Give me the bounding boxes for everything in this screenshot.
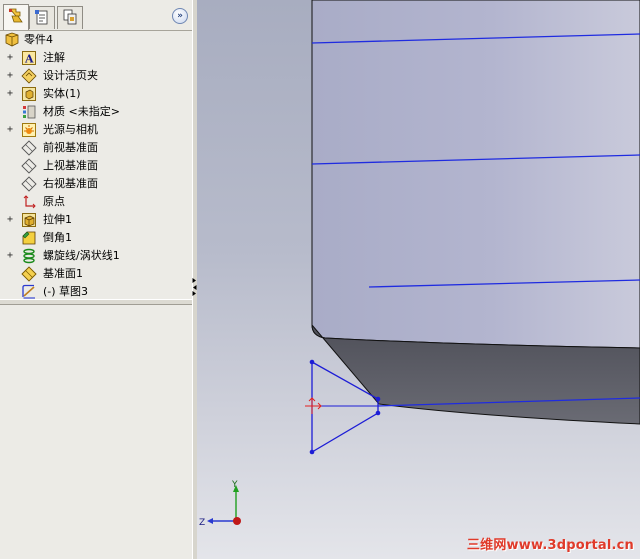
tree-item-top-plane[interactable]: 上视基准面 bbox=[0, 157, 190, 175]
expand-icon[interactable]: + bbox=[7, 53, 14, 63]
tree-item-solid-bodies[interactable]: + 实体(1) bbox=[0, 85, 190, 103]
expand-icon[interactable]: + bbox=[7, 71, 14, 81]
sketch-icon bbox=[21, 284, 37, 300]
feature-manager-tab[interactable] bbox=[3, 4, 29, 30]
tree-item-chamfer1[interactable]: 倒角1 bbox=[0, 229, 190, 247]
design-binder-icon bbox=[21, 68, 37, 84]
lower-pane bbox=[0, 305, 192, 559]
panel-tab-bar: » bbox=[0, 0, 192, 31]
expand-icon[interactable]: + bbox=[7, 215, 14, 225]
helix-icon bbox=[21, 248, 37, 264]
tree-item-plane1[interactable]: 基准面1 bbox=[0, 265, 190, 283]
lights-cameras-icon bbox=[21, 122, 37, 138]
property-manager-tab[interactable] bbox=[29, 6, 55, 29]
tree-item-material[interactable]: 材质 <未指定> bbox=[0, 103, 190, 121]
tree-item-extrude1[interactable]: + 拉伸1 bbox=[0, 211, 190, 229]
model-view[interactable]: Y Z bbox=[197, 0, 640, 559]
tree-item-right-plane[interactable]: 右视基准面 bbox=[0, 175, 190, 193]
triad-z-label: Z bbox=[199, 518, 205, 528]
expand-icon[interactable]: + bbox=[7, 89, 14, 99]
configuration-icon bbox=[61, 8, 79, 29]
origin-icon bbox=[21, 194, 37, 210]
material-icon bbox=[21, 104, 37, 120]
extrude-icon bbox=[21, 212, 37, 228]
feature-tree-icon bbox=[7, 7, 25, 28]
plane-icon bbox=[21, 140, 37, 156]
part-icon bbox=[4, 32, 20, 48]
configuration-manager-tab[interactable] bbox=[57, 6, 83, 29]
sketch-origin-marker bbox=[305, 397, 322, 414]
svg-text:A: A bbox=[24, 53, 34, 66]
coordinate-triad: Y Z bbox=[199, 480, 241, 528]
plane-icon bbox=[21, 176, 37, 192]
tree-item-design-binder[interactable]: + 设计活页夹 bbox=[0, 67, 190, 85]
feature-tree: 零件4 + A 注解 + 设计活页夹 + 实体(1) 材质 <未指定> + 光源… bbox=[0, 31, 192, 299]
watermark: 三维网www.3dportal.cn bbox=[466, 538, 634, 553]
collapse-panel-button[interactable]: » bbox=[172, 8, 188, 24]
tree-item-front-plane[interactable]: 前视基准面 bbox=[0, 139, 190, 157]
tree-item-origin[interactable]: 原点 bbox=[0, 193, 190, 211]
chamfer-icon bbox=[21, 230, 37, 246]
graphics-viewport[interactable]: Y Z 三维网www.3dportal.cn bbox=[197, 0, 640, 559]
property-manager-icon bbox=[33, 8, 51, 29]
annotation-icon: A bbox=[21, 50, 37, 66]
tree-item-annotations[interactable]: + A 注解 bbox=[0, 49, 190, 67]
plane-icon bbox=[21, 266, 37, 282]
tree-item-helix1[interactable]: + 螺旋线/涡状线1 bbox=[0, 247, 190, 265]
solid-body-icon bbox=[21, 86, 37, 102]
tree-root-label: 零件4 bbox=[24, 33, 53, 46]
feature-manager-panel: » 零件4 + A 注解 + 设计活页夹 + 实体(1) 材质 <未指定> + … bbox=[0, 0, 193, 559]
expand-icon[interactable]: + bbox=[7, 251, 14, 261]
tree-item-lights-cameras[interactable]: + 光源与相机 bbox=[0, 121, 190, 139]
expand-icon[interactable]: + bbox=[7, 125, 14, 135]
model-cylinder-face[interactable] bbox=[311, 0, 640, 349]
triad-y-label: Y bbox=[231, 480, 238, 490]
tree-root-part[interactable]: 零件4 bbox=[0, 31, 190, 49]
plane-icon bbox=[21, 158, 37, 174]
